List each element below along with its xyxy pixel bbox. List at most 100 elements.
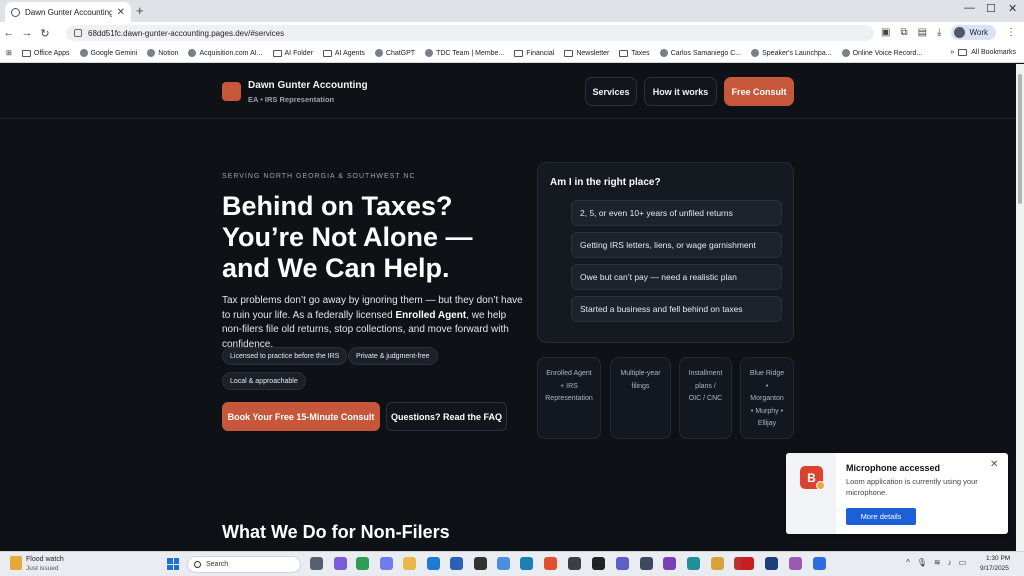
site-info-icon[interactable] [74,29,82,37]
battery-icon[interactable]: ▭ [959,558,967,567]
forward-icon[interactable]: → [18,27,36,39]
store-icon[interactable] [520,557,533,570]
bookmark-item[interactable]: Speaker's Launchpa... [751,49,832,57]
app-icon[interactable] [497,557,510,570]
globe-icon [11,7,20,17]
folder-icon [958,49,968,56]
stat-card: Blue Ridge • Morganton • Murphy • Ellijay [740,357,794,439]
nav-how-it-works-button[interactable]: How it works [644,77,717,106]
bookmark-item[interactable]: Google Gemini [79,49,137,57]
taskbar-search[interactable]: Search [187,556,301,573]
app-icon[interactable] [687,557,700,570]
book-consult-button[interactable]: Book Your Free 15-Minute Consult [222,402,380,431]
bookmark-item[interactable]: Taxes [619,49,650,57]
weather-title[interactable]: Flood watch [26,556,64,563]
bookmark-item[interactable]: Office Apps [21,49,70,57]
bookmark-item[interactable]: TDC Team | Membe... [425,49,504,57]
bookmark-item[interactable]: ChatGPT [374,49,415,57]
weather-alert-icon[interactable] [10,556,22,570]
quiz-option[interactable]: 2, 5, or even 10+ years of unfiled retur… [571,200,782,226]
acrobat-icon[interactable] [741,557,754,570]
microphone-notification: B Microphone accessed Loom application i… [786,453,1008,534]
nav-free-consult-button[interactable]: Free Consult [724,77,794,106]
gemini-icon [79,49,88,57]
chrome-profile-icon[interactable] [711,557,724,570]
extension-icon[interactable]: ▣ [881,27,890,38]
microphone-badge-icon [816,481,825,490]
apps-icon[interactable]: ⊞ [6,49,12,57]
bookmark-item[interactable]: Notion [147,49,178,57]
app-icon[interactable] [592,557,605,570]
sheets-icon [659,49,668,57]
back-icon[interactable]: ← [0,27,18,39]
app-icon[interactable] [450,557,463,570]
onenote-icon[interactable] [663,557,676,570]
folder-icon [322,49,332,57]
app-icon[interactable] [544,557,557,570]
browser-toolbar: ← → ↻ 68dd51fc.dawn-gunter-accounting.pa… [0,22,1024,44]
hero-title: Behind on Taxes? You’re Not Alone — and … [222,191,473,283]
tdc-icon [425,49,434,57]
read-faq-button[interactable]: Questions? Read the FAQ [386,402,507,431]
close-tab-icon[interactable]: ✕ [117,7,125,18]
volume-icon[interactable]: ♪ [948,558,952,567]
copilot-icon[interactable] [334,557,347,570]
microphone-icon[interactable]: 🎙 [917,558,927,567]
chrome-app-icon[interactable] [356,557,369,570]
new-tab-icon[interactable]: + [136,3,144,18]
download-icon[interactable]: ⤓ [937,27,941,38]
quiz-option[interactable]: Started a business and fell behind on ta… [571,296,782,322]
bookmark-item[interactable]: Online Voice Record... [841,49,922,57]
app-icon[interactable] [568,557,581,570]
edge-icon[interactable] [427,557,440,570]
bookmark-item[interactable]: Acquisition.com AI... [188,49,263,57]
folder-icon [272,49,282,57]
wifi-icon[interactable]: ≋ [934,558,941,567]
reload-icon[interactable]: ↻ [36,27,54,40]
search-placeholder: Search [206,561,229,568]
quiz-option[interactable]: Getting IRS letters, liens, or wage garn… [571,232,782,258]
windows-start-icon[interactable] [167,558,179,570]
bookmark-item[interactable]: Carlos Samaniego C... [659,49,741,57]
logo-icon[interactable] [222,82,241,101]
clock-time[interactable]: 1:30 PM [986,555,1010,562]
close-window-icon[interactable]: ✕ [1008,2,1017,15]
bookmark-item[interactable]: Financial [514,49,554,57]
more-details-button[interactable]: More details [846,508,916,525]
recorder-icon [841,49,850,57]
bookmark-item[interactable]: AI Folder [272,49,313,57]
close-icon[interactable]: ✕ [990,459,998,470]
minimize-icon[interactable]: — [964,2,975,14]
maximize-icon[interactable]: ☐ [986,2,996,15]
app-icon[interactable] [640,557,653,570]
credential-chip: Licensed to practice before the IRS [222,347,348,365]
quiz-option[interactable]: Owe but can’t pay — need a realistic pla… [571,264,782,290]
chevron-up-icon[interactable]: ^ [906,558,910,567]
app-icon[interactable] [789,557,802,570]
menu-icon[interactable]: ⋮ [1006,27,1016,38]
profile-button[interactable]: Work [951,25,996,40]
app-icon[interactable] [380,557,393,570]
scrollbar-thumb[interactable] [1018,74,1022,204]
app-icon[interactable] [813,557,826,570]
file-explorer-icon[interactable] [403,557,416,570]
puzzle-icon[interactable]: ⧉ [900,27,907,38]
stat-card: Multiple-year filings [610,357,671,439]
address-bar[interactable]: 68dd51fc.dawn-gunter-accounting.pages.de… [66,25,874,41]
credential-chip: Local & approachable [222,372,306,390]
brand-tagline: EA • IRS Representation [248,95,335,104]
clock-date[interactable]: 9/17/2025 [980,565,1009,572]
nav-services-button[interactable]: Services [585,77,637,106]
brand-name[interactable]: Dawn Gunter Accounting [248,80,368,91]
bookmark-item[interactable]: Newsletter [564,49,609,57]
teams-icon[interactable] [616,557,629,570]
app-icon[interactable] [765,557,778,570]
task-view-icon[interactable] [310,557,323,570]
app-icon[interactable] [474,557,487,570]
page-scrollbar[interactable] [1016,64,1024,551]
stat-card: Enrolled Agent + IRS Representation [537,357,601,439]
bookmark-item[interactable]: AI Agents [322,49,365,57]
side-panel-icon[interactable]: ▤ [918,27,927,38]
browser-tab[interactable]: Dawn Gunter Accounting | He ✕ [5,2,131,22]
all-bookmarks[interactable]: » All Bookmarks [950,49,1016,56]
